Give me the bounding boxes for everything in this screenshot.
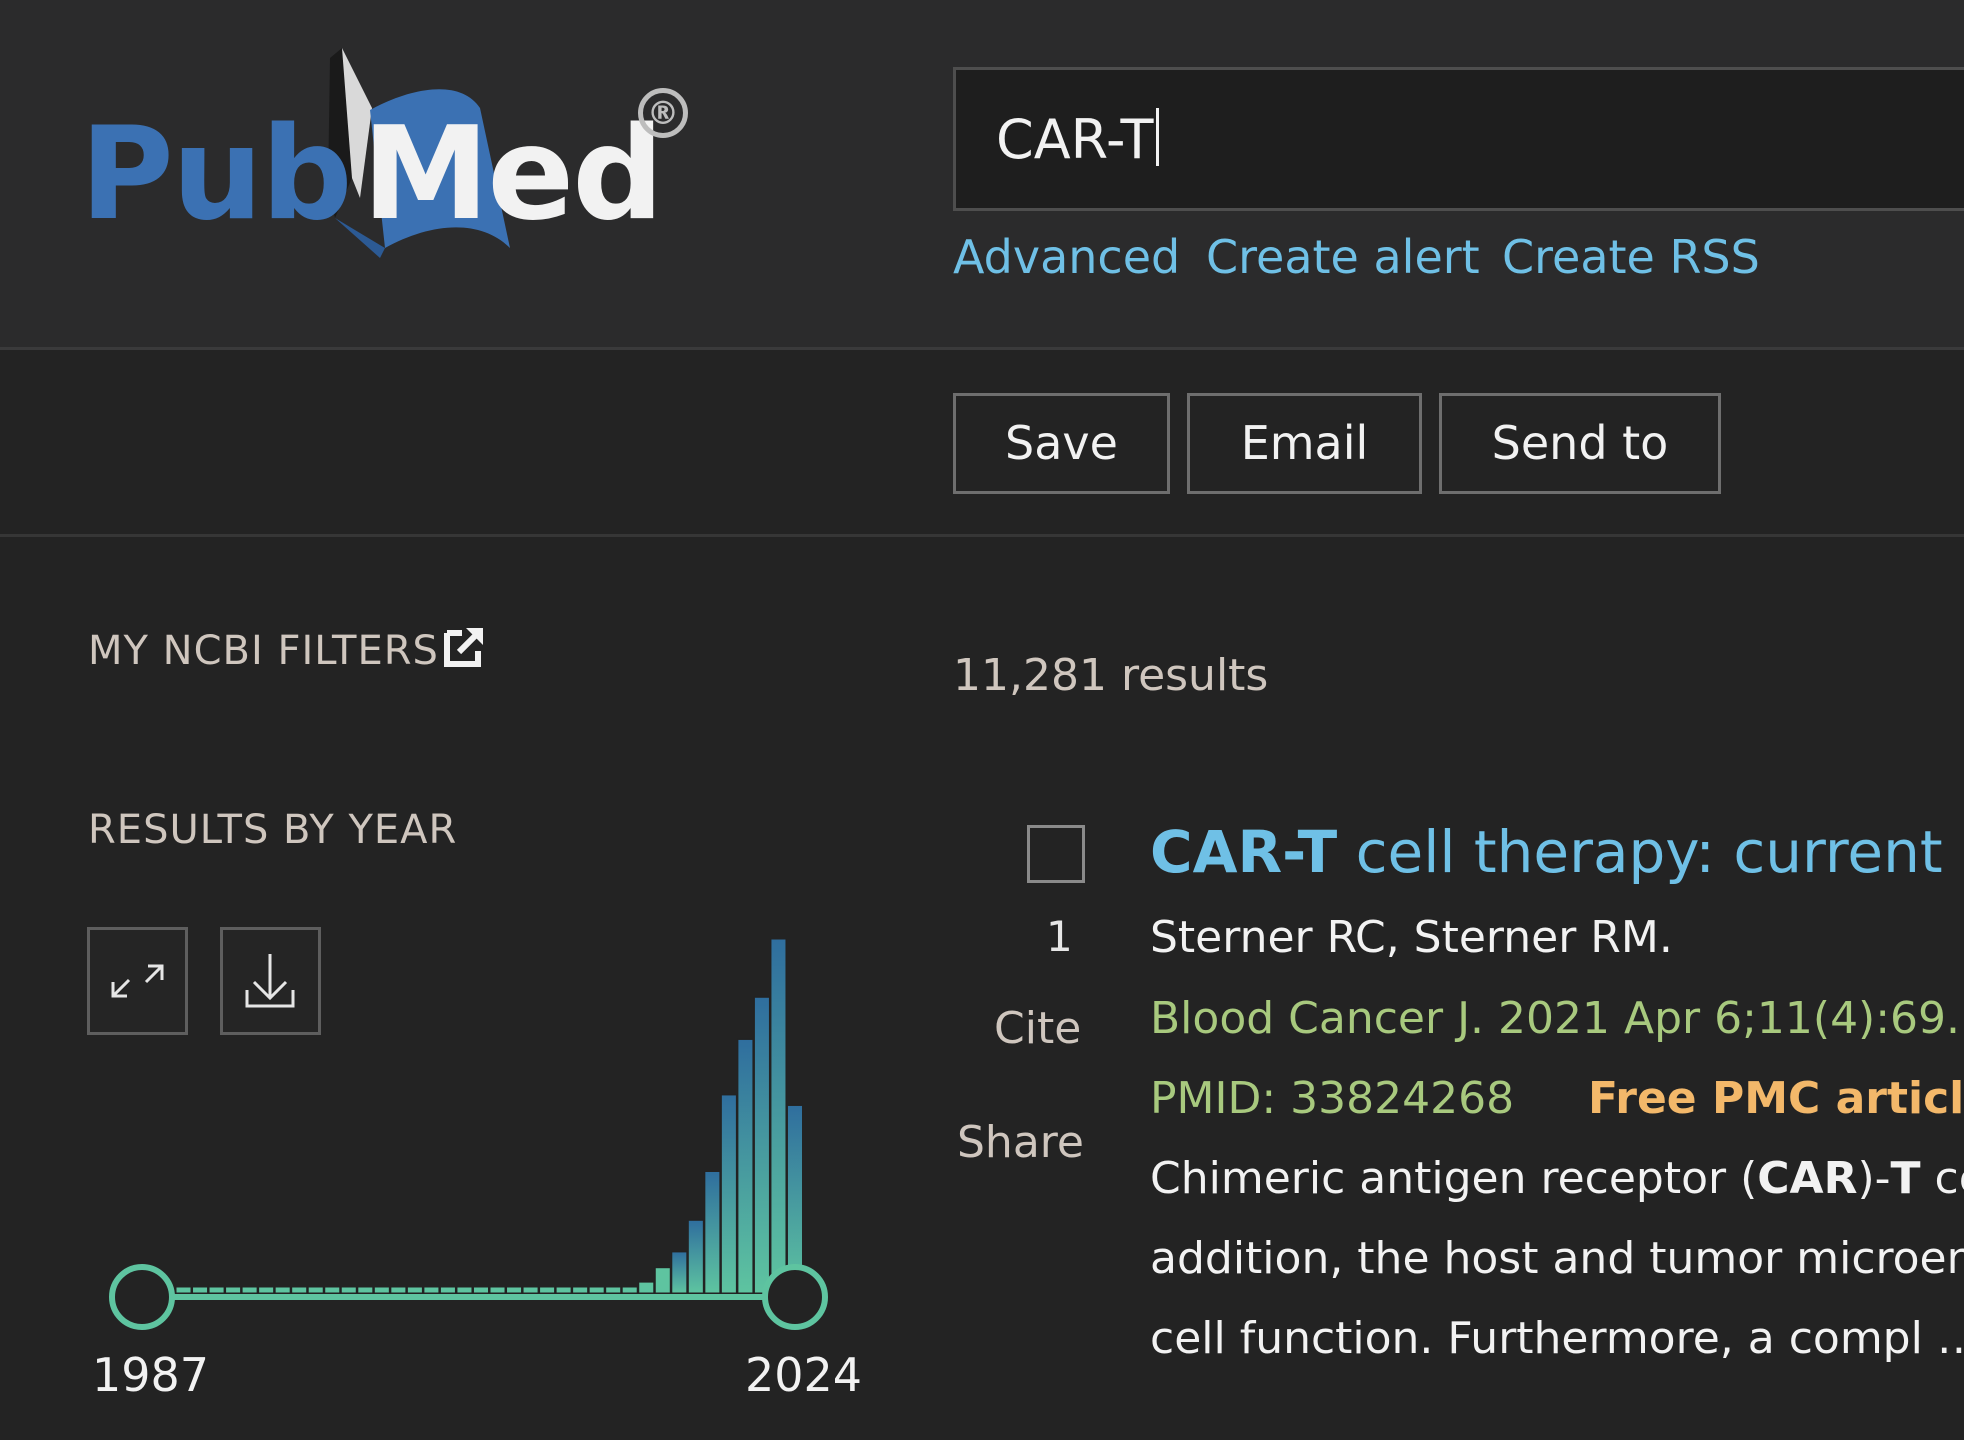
result-number: 1: [1046, 912, 1073, 961]
result-select-checkbox[interactable]: [1027, 825, 1085, 883]
logo-text-med: Med: [362, 100, 664, 249]
year-bar-1990[interactable]: [225, 1286, 242, 1294]
year-bar-2023[interactable]: [770, 938, 787, 1294]
result-snippet-line-2: addition, the host and tumor microenv: [1150, 1233, 1964, 1284]
result-pmid: PMID: 33824268: [1150, 1073, 1515, 1124]
year-bar-2018[interactable]: [687, 1219, 704, 1294]
year-bar-2001[interactable]: [406, 1286, 423, 1294]
header: Pub Med ® CAR-T Advanced Create alert Cr…: [0, 0, 1964, 350]
pubmed-logo[interactable]: Pub Med ®: [80, 48, 700, 268]
result-snippet-line-1: Chimeric antigen receptor (CAR)-T cell: [1150, 1153, 1964, 1204]
results-by-year-heading: RESULTS BY YEAR: [88, 807, 458, 853]
year-bar-2007[interactable]: [506, 1286, 523, 1294]
results-toolbar: Save Email Send to: [0, 350, 1964, 537]
year-bar-2002[interactable]: [423, 1286, 440, 1294]
year-bar-1998[interactable]: [357, 1286, 374, 1294]
year-bar-2015[interactable]: [638, 1281, 655, 1294]
year-bar-2003[interactable]: [439, 1286, 456, 1294]
send-to-button[interactable]: Send to: [1439, 393, 1721, 494]
email-button[interactable]: Email: [1187, 393, 1422, 494]
year-bar-2022[interactable]: [753, 996, 770, 1294]
result-snippet-line-3: cell function. Furthermore, a compl …: [1150, 1313, 1964, 1364]
my-ncbi-filters-heading: MY NCBI FILTERS: [88, 628, 439, 674]
cite-button[interactable]: Cite: [994, 1003, 1081, 1054]
year-bar-1995[interactable]: [307, 1286, 324, 1294]
search-input[interactable]: CAR-T: [953, 67, 1964, 211]
year-bar-2016[interactable]: [654, 1267, 671, 1294]
range-start-handle[interactable]: [109, 1264, 175, 1330]
year-bar-2017[interactable]: [671, 1251, 688, 1294]
year-bar-2014[interactable]: [621, 1286, 638, 1294]
year-bar-1994[interactable]: [291, 1286, 308, 1294]
year-bar-2006[interactable]: [489, 1286, 506, 1294]
year-bar-1993[interactable]: [274, 1286, 291, 1294]
create-rss-link[interactable]: Create RSS: [1502, 230, 1760, 284]
year-bar-2008[interactable]: [522, 1286, 539, 1294]
results-by-year-chart[interactable]: [80, 925, 850, 1410]
save-button[interactable]: Save: [953, 393, 1170, 494]
registered-mark: ®: [638, 88, 688, 138]
year-bar-1997[interactable]: [340, 1286, 357, 1294]
year-bar-1996[interactable]: [324, 1286, 341, 1294]
year-bar-2009[interactable]: [539, 1286, 556, 1294]
create-alert-link[interactable]: Create alert: [1206, 230, 1480, 284]
year-bar-2019[interactable]: [704, 1170, 721, 1294]
result-title-highlight: CAR-T: [1150, 818, 1338, 886]
result-authors: Sterner RC, Sterner RM.: [1150, 912, 1673, 963]
search-input-value: CAR-T: [996, 108, 1159, 171]
year-bar-1992[interactable]: [258, 1286, 275, 1294]
year-bar-1991[interactable]: [241, 1286, 258, 1294]
free-pmc-badge: Free PMC article.: [1588, 1073, 1964, 1124]
result-citation: Blood Cancer J. 2021 Apr 6;11(4):69. do: [1150, 993, 1964, 1044]
year-bar-1999[interactable]: [373, 1286, 390, 1294]
year-bar-2012[interactable]: [588, 1286, 605, 1294]
year-bar-2005[interactable]: [472, 1286, 490, 1294]
year-bar-2021[interactable]: [737, 1038, 754, 1294]
share-button[interactable]: Share: [957, 1117, 1084, 1168]
range-start-label: 1987: [92, 1348, 210, 1402]
result-title-text: cell therapy: current lim: [1355, 818, 1964, 886]
year-bar-2013[interactable]: [605, 1286, 622, 1294]
advanced-search-link[interactable]: Advanced: [953, 230, 1180, 284]
range-end-label: 2024: [745, 1348, 863, 1402]
range-end-handle[interactable]: [762, 1264, 828, 1330]
results-count: 11,281 results: [953, 650, 1269, 701]
year-bar-2000[interactable]: [390, 1286, 407, 1294]
year-bar-1989[interactable]: [208, 1286, 225, 1294]
year-bar-1988[interactable]: [192, 1286, 209, 1294]
year-bar-2011[interactable]: [572, 1286, 589, 1294]
year-bar-1987[interactable]: [175, 1286, 192, 1294]
logo-text-pub: Pub: [80, 100, 353, 249]
year-bar-2004[interactable]: [456, 1286, 473, 1294]
year-bar-2020[interactable]: [720, 1094, 737, 1294]
year-bar-2010[interactable]: [555, 1286, 572, 1294]
result-title-link[interactable]: CAR-T cell therapy: current lim: [1150, 818, 1964, 886]
external-link-icon[interactable]: [444, 625, 486, 667]
